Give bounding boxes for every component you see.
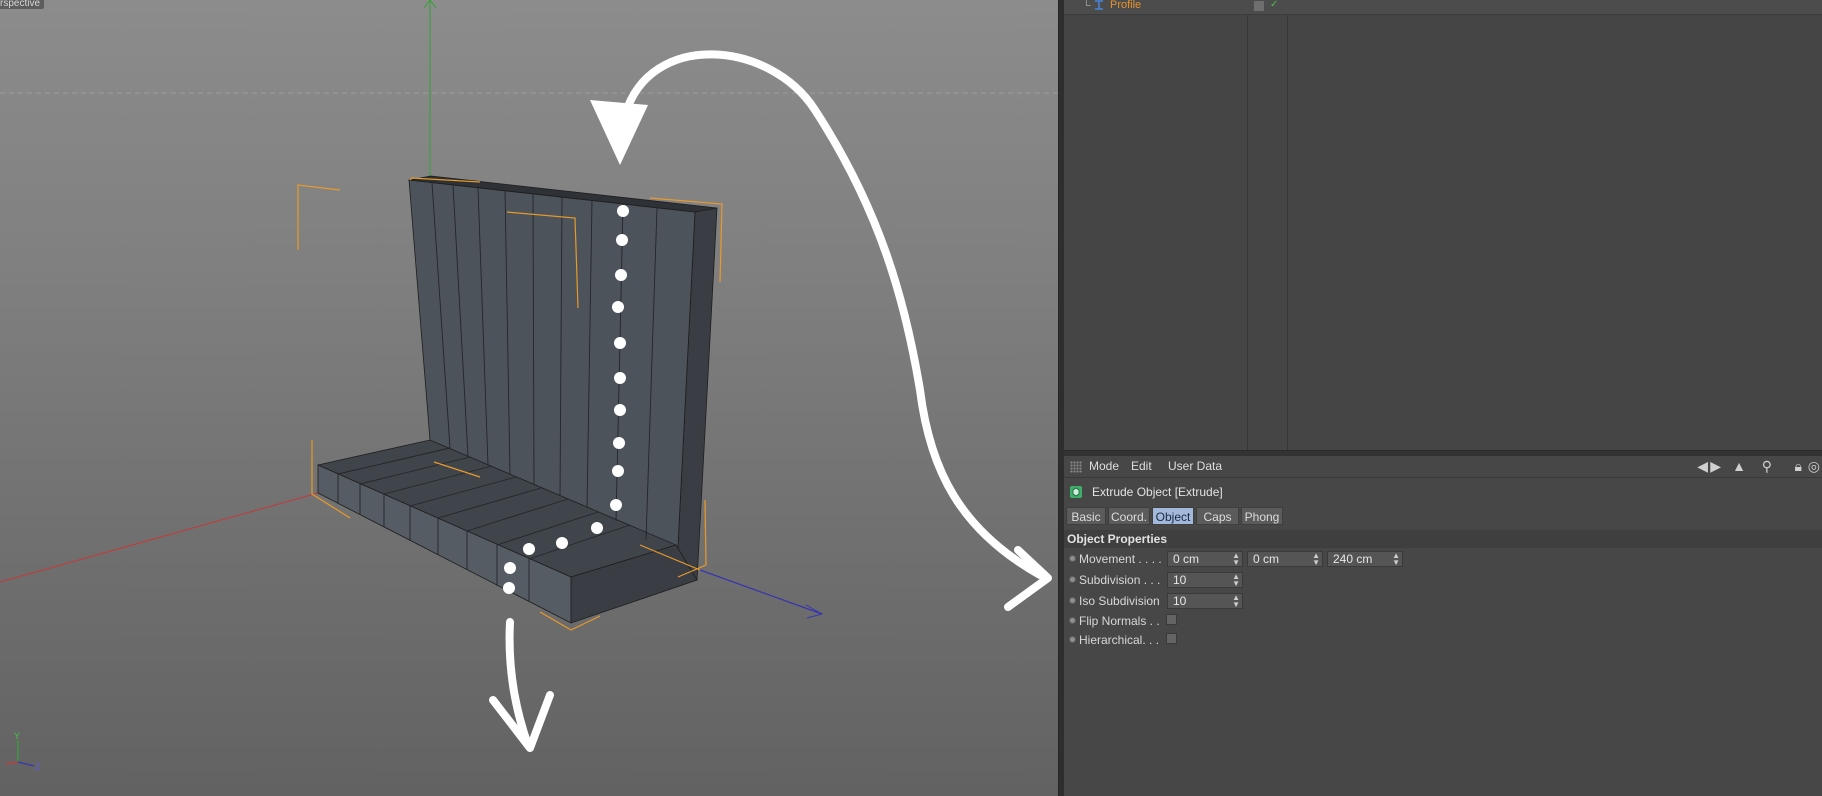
object-manager[interactable]: └ Profile ✓	[1064, 0, 1822, 450]
target-icon[interactable]: ◎	[1808, 458, 1820, 474]
field-value: 10	[1173, 573, 1187, 587]
stepper-arrows-icon[interactable]: ▲ ▼	[1312, 552, 1320, 567]
viewport-camera-label[interactable]: rspective	[0, 0, 45, 9]
extrude-object-mesh	[316, 175, 718, 624]
field-value: 0 cm	[1253, 552, 1280, 566]
gizmo-z-label: Z	[35, 762, 41, 772]
prop-hierarchical: Hierarchical. . .	[1064, 631, 1822, 649]
axis-gizmo: Y Z	[5, 731, 41, 772]
back-arrow-icon[interactable]: ◀	[1697, 458, 1708, 474]
tab-phong[interactable]: Phong	[1241, 507, 1283, 525]
search-icon[interactable]: ⚲	[1762, 458, 1772, 474]
tab-basic[interactable]: Basic	[1066, 507, 1106, 525]
animate-dot-icon[interactable]	[1069, 636, 1076, 643]
stepper-arrows-icon[interactable]: ▲ ▼	[1232, 594, 1240, 609]
perspective-viewport[interactable]: Y Z rspective	[0, 0, 1058, 796]
tree-branch-line: └	[1082, 0, 1091, 12]
enabled-check-icon[interactable]: ✓	[1270, 0, 1280, 10]
stepper-arrows-icon[interactable]: ▲ ▼	[1392, 552, 1400, 567]
prop-subdivision: Subdivision . . . 10 ▲ ▼	[1064, 571, 1822, 589]
prop-movement: Movement . . . . 0 cm ▲ ▼ 0 cm ▲ ▼ 240 cm …	[1064, 550, 1822, 568]
forward-arrow-icon[interactable]: ▶	[1710, 458, 1721, 474]
hierarchical-checkbox[interactable]	[1166, 633, 1177, 644]
object-row-profile[interactable]: └ Profile ✓	[1064, 0, 1822, 15]
animate-dot-icon[interactable]	[1069, 597, 1076, 604]
prop-label: Hierarchical. . .	[1079, 633, 1160, 647]
om-column-divider	[1247, 0, 1248, 450]
layer-icon[interactable]	[1254, 1, 1264, 11]
animate-dot-icon[interactable]	[1069, 617, 1076, 624]
stepper-arrows-icon[interactable]: ▲ ▼	[1232, 573, 1240, 588]
section-object-properties: Object Properties	[1064, 530, 1822, 548]
curved-arrow-head-down	[590, 100, 648, 165]
animate-dot-icon[interactable]	[1069, 576, 1076, 583]
tab-coord[interactable]: Coord.	[1108, 507, 1150, 525]
stepper-arrows-icon[interactable]: ▲ ▼	[1232, 552, 1240, 567]
iso-subdivision-field[interactable]: 10 ▲ ▼	[1167, 593, 1243, 609]
movement-z-field[interactable]: 240 cm ▲ ▼	[1327, 551, 1403, 567]
z-axis-line	[699, 569, 823, 615]
menu-mode[interactable]: Mode	[1089, 459, 1119, 473]
subdivision-field[interactable]: 10 ▲ ▼	[1167, 572, 1243, 588]
movement-y-field[interactable]: 0 cm ▲ ▼	[1247, 551, 1323, 567]
prop-label: Movement . . . .	[1079, 552, 1162, 566]
panel-grip-icon[interactable]	[1070, 461, 1082, 473]
x-axis-line	[0, 492, 319, 583]
prop-label: Iso Subdivision	[1079, 594, 1160, 608]
movement-x-field[interactable]: 0 cm ▲ ▼	[1167, 551, 1243, 567]
tab-caps[interactable]: Caps	[1196, 507, 1239, 525]
attribute-manager[interactable]: Mode Edit User Data ◀ ▶ ▲ ⚲ 🔒︎ ◎ Extrude…	[1064, 456, 1822, 796]
lock-icon[interactable]: 🔒︎	[1795, 458, 1802, 474]
prop-iso-subdivision: Iso Subdivision 10 ▲ ▼	[1064, 592, 1822, 610]
prop-flip-normals: Flip Normals . .	[1064, 612, 1822, 630]
field-value: 0 cm	[1173, 552, 1200, 566]
tab-object[interactable]: Object	[1152, 507, 1194, 525]
om-column-divider	[1287, 0, 1288, 450]
attribute-menubar: Mode Edit User Data ◀ ▶ ▲ ⚲ 🔒︎ ◎	[1064, 456, 1822, 478]
down-annotation-arrow	[489, 618, 554, 752]
field-value: 240 cm	[1333, 552, 1373, 566]
animate-dot-icon[interactable]	[1069, 555, 1076, 562]
pointer-icon[interactable]: ▲	[1732, 458, 1746, 474]
field-value: 10	[1173, 594, 1187, 608]
prop-label: Subdivision . . .	[1079, 573, 1161, 587]
object-name[interactable]: Profile	[1110, 0, 1141, 11]
gizmo-y-label: Y	[14, 731, 20, 741]
menu-user-data[interactable]: User Data	[1168, 459, 1222, 473]
extrude-object-icon	[1070, 486, 1082, 498]
viewport-scene[interactable]: Y Z	[0, 0, 1058, 796]
prop-label: Flip Normals . .	[1079, 614, 1160, 628]
object-title-text: Extrude Object [Extrude]	[1092, 485, 1223, 499]
menu-edit[interactable]: Edit	[1131, 459, 1152, 473]
flip-normals-checkbox[interactable]	[1166, 614, 1177, 625]
spline-profile-icon	[1095, 0, 1103, 10]
